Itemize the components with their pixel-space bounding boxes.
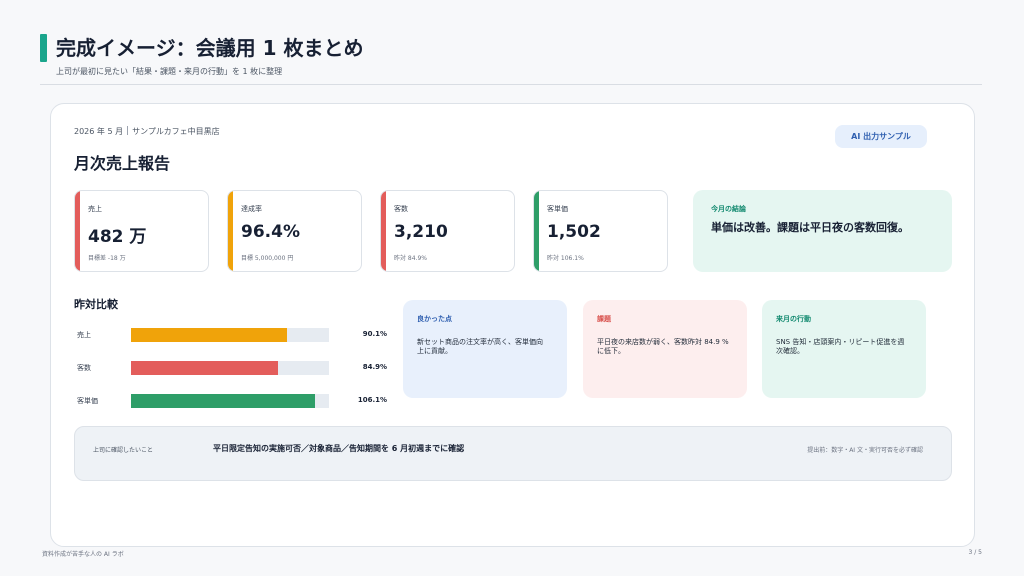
kpi-label: 達成率 — [241, 205, 262, 213]
comparison-fill — [131, 328, 287, 342]
report-store: サンプルカフェ中目黒店 — [132, 127, 220, 136]
kpi-card-unit-price: 客単価 1,502 昨対 106.1% — [533, 190, 668, 272]
kpi-label: 売上 — [88, 205, 102, 213]
kpi-card-achievement: 達成率 96.4% 目標 5,000,000 円 — [227, 190, 362, 272]
comparison-row-sales: 売上 90.1% — [77, 328, 387, 342]
comparison-label: 客単価 — [77, 397, 98, 405]
note-text: 平日夜の来店数が弱く、客数昨対 84.9 %に低下。 — [597, 338, 729, 355]
note-text: 新セット商品の注文率が高く、客単価向上に貢献。 — [417, 338, 543, 355]
comparison-title: 昨対比較 — [74, 298, 118, 311]
note-text: SNS 告知・店頭案内・リピート促進を週次確認。 — [776, 338, 905, 355]
kpi-note: 目標 5,000,000 円 — [241, 255, 294, 262]
kpi-card-customers: 客数 3,210 昨対 84.9% — [380, 190, 515, 272]
comparison-row-customers: 客数 84.9% — [77, 361, 387, 375]
page-subtitle: 上司が最初に見たい「結果・課題・来月の行動」を 1 枚に整理 — [56, 67, 283, 76]
comparison-row-unit-price: 客単価 106.1% — [77, 394, 387, 408]
confirmation-main: 平日限定告知の実施可否／対象商品／告知期間を 6 月初週までに確認 — [213, 444, 465, 453]
report-period: 2026 年 5 月 — [74, 127, 124, 136]
confirmation-box: 上司に確認したいこと 平日限定告知の実施可否／対象商品／告知期間を 6 月初週ま… — [74, 426, 952, 481]
note-title: 良かった点 — [417, 315, 452, 323]
comparison-percent: 84.9% — [362, 363, 387, 371]
conclusion-box: 今月の結論 単価は改善。課題は平日夜の客数回復。 — [693, 190, 952, 272]
confirmation-reminder: 提出前：数字・AI 文・実行可否を必ず確認 — [807, 447, 923, 454]
kpi-value: 3,210 — [394, 222, 448, 242]
kpi-note: 目標差 -18 万 — [88, 255, 126, 262]
kpi-accent-bar — [228, 191, 233, 271]
meta-separator — [127, 126, 129, 135]
confirmation-label: 上司に確認したいこと — [93, 447, 154, 454]
header-divider — [40, 84, 982, 85]
kpi-value: 482 万 — [88, 227, 147, 247]
conclusion-label: 今月の結論 — [711, 205, 746, 213]
comparison-track — [131, 361, 329, 375]
kpi-value: 96.4% — [241, 222, 300, 242]
kpi-accent-bar — [534, 191, 539, 271]
kpi-accent-bar — [75, 191, 80, 271]
title-accent-bar — [40, 34, 47, 62]
comparison-fill — [131, 361, 278, 375]
kpi-accent-bar — [381, 191, 386, 271]
kpi-note: 昨対 84.9% — [394, 255, 427, 262]
page-title: 完成イメージ：会議用 1 枚まとめ — [56, 36, 364, 60]
report-meta: 2026 年 5 月サンプルカフェ中目黒店 — [74, 126, 220, 137]
kpi-note: 昨対 106.1% — [547, 255, 584, 262]
comparison-percent: 106.1% — [357, 396, 387, 404]
note-next-actions: 来月の行動 SNS 告知・店頭案内・リピート促進を週次確認。 — [762, 300, 926, 398]
kpi-card-sales: 売上 482 万 目標差 -18 万 — [74, 190, 209, 272]
kpi-value: 1,502 — [547, 222, 601, 242]
ai-sample-badge: AI 出力サンプル — [835, 125, 927, 148]
footer-credit: 資料作成が苦手な人の AI ラボ — [42, 551, 124, 558]
note-good-points: 良かった点 新セット商品の注文率が高く、客単価向上に貢献。 — [403, 300, 567, 398]
report-title: 月次売上報告 — [74, 154, 171, 173]
note-title: 来月の行動 — [776, 315, 811, 323]
note-issues: 課題 平日夜の来店数が弱く、客数昨対 84.9 %に低下。 — [583, 300, 747, 398]
report-card: 2026 年 5 月サンプルカフェ中目黒店 月次売上報告 AI 出力サンプル 売… — [50, 103, 975, 547]
comparison-track — [131, 394, 329, 408]
comparison-label: 売上 — [77, 331, 91, 339]
kpi-label: 客数 — [394, 205, 408, 213]
kpi-label: 客単価 — [547, 205, 568, 213]
comparison-track — [131, 328, 329, 342]
comparison-fill — [131, 394, 315, 408]
comparison-percent: 90.1% — [362, 330, 387, 338]
conclusion-text: 単価は改善。課題は平日夜の客数回復。 — [711, 221, 909, 234]
page-number: 3 / 5 — [968, 549, 982, 556]
note-title: 課題 — [597, 315, 611, 323]
comparison-label: 客数 — [77, 364, 91, 372]
